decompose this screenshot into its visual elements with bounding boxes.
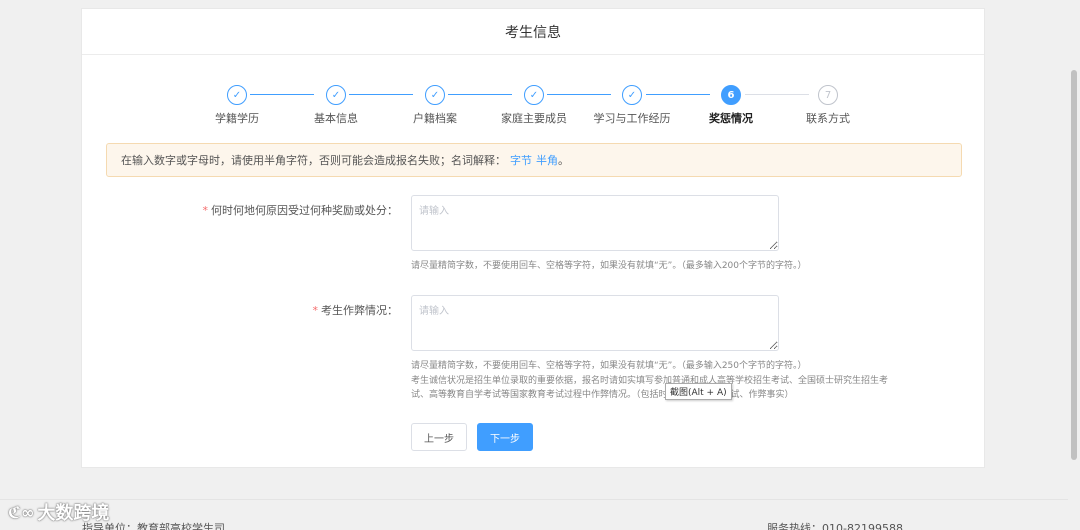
next-step-button[interactable]: 下一步 [477,423,533,451]
halfwidth-notice: 在输入数字或字母时，请使用半角字符，否则可能会造成报名失败；名词解释： 字节 半… [106,143,962,177]
step-family: ✓ 家庭主要成员 [494,85,574,126]
cheating-label: * 考生作弊情况： [313,302,399,318]
honesty-hint: 考生诚信状况是招生单位录取的重要依据，报名时请如实填写参加普通和成人高等学校招生… [411,376,889,400]
step-label: 户籍档案 [413,112,457,125]
rewards-label-text: 何时何地何原因受过何种奖励或处分： [211,204,398,217]
required-mark: * [312,304,319,317]
page-scrollbar[interactable] [1068,0,1080,530]
step-contact: 7 联系方式 [788,85,868,126]
check-icon: ✓ [326,85,346,105]
halfwidth-link[interactable]: 半角 [536,152,558,168]
step-experience: ✓ 学习与工作经历 [592,85,672,126]
check-icon: ✓ [622,85,642,105]
step-xueji: ✓ 学籍学历 [197,85,277,126]
check-icon: ✓ [227,85,247,105]
rewards-label: * 何时何地何原因受过何种奖励或处分： [203,202,399,218]
step-label: 基本信息 [314,112,358,125]
student-info-card: 考生信息 ✓ 学籍学历 ✓ 基本信息 ✓ 户籍档案 ✓ 家庭主要成员 ✓ 学习与… [81,8,985,468]
check-icon: ✓ [524,85,544,105]
footer-divider [0,499,1068,500]
step-label: 学习与工作经历 [593,112,671,125]
check-icon: ✓ [425,85,445,105]
watermark: ℭ∞ 大数跨境 [8,499,109,525]
watermark-logo-icon: ℭ∞ [8,502,35,522]
progress-steps: ✓ 学籍学历 ✓ 基本信息 ✓ 户籍档案 ✓ 家庭主要成员 ✓ 学习与工作经历 … [82,85,984,135]
step-label: 联系方式 [806,112,850,125]
cheating-input[interactable] [411,295,779,351]
step-number: 7 [818,85,838,105]
notice-end: 。 [558,154,569,167]
step-number: 6 [721,85,741,105]
step-basic-info: ✓ 基本信息 [296,85,376,126]
required-mark: * [202,204,209,217]
byte-link[interactable]: 字节 [510,152,532,168]
prev-step-button[interactable]: 上一步 [411,423,467,451]
step-label: 学籍学历 [215,112,259,125]
scrollbar-thumb[interactable] [1071,70,1077,460]
step-label: 奖惩情况 [709,112,753,125]
watermark-text: 大数跨境 [37,503,110,524]
rewards-input[interactable] [411,195,779,251]
cheating-label-text: 考生作弊情况： [321,304,398,317]
step-household: ✓ 户籍档案 [395,85,475,126]
footer-hotline: 服务热线：010-82199588 [767,522,903,530]
rewards-hint: 请尽量精简字数，不要使用回车、空格等字符，如果没有就填“无”。（最多输入200个… [411,261,807,271]
step-label: 家庭主要成员 [501,112,567,125]
step-rewards: 6 奖惩情况 [691,85,771,126]
page-title: 考生信息 [82,9,984,55]
notice-text: 在输入数字或字母时，请使用半角字符，否则可能会造成报名失败；名词解释： [121,154,506,167]
cheating-hint: 请尽量精简字数，不要使用回车、空格等字符，如果没有就填“无”。（最多输入250个… [411,361,807,371]
screenshot-tooltip: 截图(Alt + A) [665,383,732,400]
